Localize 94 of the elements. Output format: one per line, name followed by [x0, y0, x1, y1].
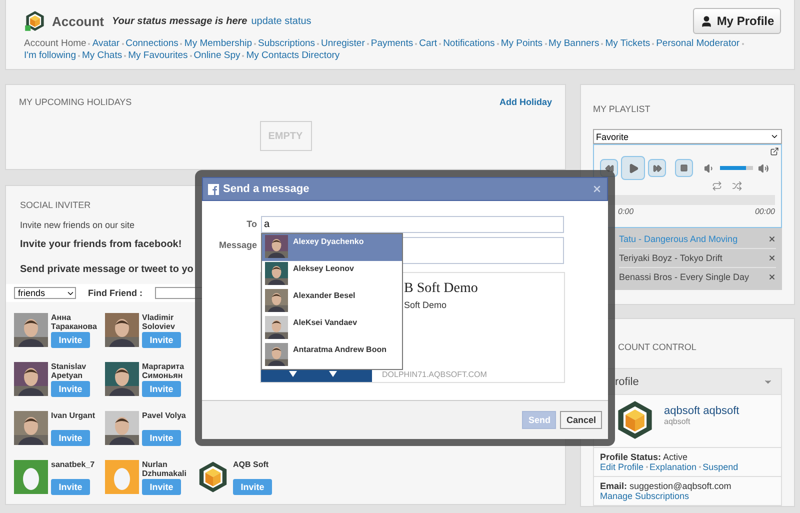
section-title: SOCIAL INVITER: [20, 200, 91, 210]
total-time: 00:00: [754, 207, 775, 216]
nav-link[interactable]: My Banners: [548, 38, 600, 49]
email-text: Email: suggestion@aqbsoft.com: [600, 481, 732, 491]
add-holiday-link[interactable]: Add Holiday: [499, 97, 552, 107]
nav-link[interactable]: I'm following: [24, 50, 76, 61]
friend-name: Маргарита Симоньян: [142, 362, 186, 380]
intro-text: Invite new friends on our site: [20, 220, 135, 230]
site-logo-icon: [24, 10, 46, 32]
profile-username: aqbsoft: [664, 417, 692, 426]
playlist-select[interactable]: Favorite: [593, 129, 782, 144]
nav-link[interactable]: My Chats: [82, 50, 122, 61]
facebook-icon: [208, 184, 219, 194]
nav-link[interactable]: My Points: [500, 38, 543, 49]
track-item[interactable]: Benassi Bros - Every Single Day: [619, 271, 753, 283]
elapsed-time: 0:00: [618, 207, 634, 216]
repeat-icon[interactable]: [712, 181, 722, 191]
accordion-title: rofile: [615, 376, 639, 388]
invite-heading: Invite your friends from facebook!: [20, 239, 182, 250]
friend-name: Ivan Urgant: [51, 411, 95, 422]
dialog-title: Send a message: [223, 183, 310, 195]
nav-link[interactable]: My Favourites: [128, 50, 188, 61]
page-title: Account: [52, 14, 104, 28]
friends-select[interactable]: friends: [14, 287, 76, 299]
nav-link[interactable]: Unregister: [321, 38, 365, 49]
invite-button[interactable]: Invite: [142, 479, 181, 495]
friend-name: AQB Soft: [233, 460, 270, 471]
caret-icon: [770, 132, 779, 141]
volume-up-icon[interactable]: [758, 162, 769, 174]
fast-forward-icon: [652, 164, 662, 172]
invite-button[interactable]: Invite: [142, 430, 181, 446]
invite-button[interactable]: Invite: [142, 381, 181, 397]
nav-link[interactable]: Account Home: [24, 38, 86, 49]
popout-icon[interactable]: [770, 147, 779, 156]
profile-link[interactable]: Explanation: [650, 462, 697, 472]
profile-name: aqbsoft aqbsoft: [664, 405, 740, 417]
find-friend-label: Find Friend :: [88, 288, 142, 298]
track-item[interactable]: Teriyaki Boyz - Tokyo Drift: [619, 252, 753, 264]
user-icon: [700, 14, 713, 28]
section-title: MY UPCOMING HOLIDAYS: [19, 97, 132, 107]
status-message: Your status message is here: [112, 16, 248, 26]
nav-link[interactable]: Subscriptions: [258, 38, 316, 49]
track-item[interactable]: Tatu - Dangerous And Moving: [619, 233, 753, 245]
nav-link[interactable]: Avatar: [92, 38, 120, 49]
profile-link[interactable]: Suspend: [702, 462, 738, 472]
friend-name: Pavel Volya: [142, 411, 186, 422]
nav-link[interactable]: Cart: [419, 38, 438, 49]
invite-button[interactable]: Invite: [51, 381, 90, 397]
play-icon: [628, 162, 638, 174]
invite-button[interactable]: Invite: [51, 479, 90, 495]
nav-link[interactable]: My Contacts Directory: [246, 50, 340, 61]
invite-button[interactable]: Invite: [233, 479, 272, 495]
profile-link[interactable]: Edit Profile: [600, 462, 644, 472]
nav-link[interactable]: Notifications: [443, 38, 495, 49]
volume-down-icon[interactable]: [704, 162, 715, 174]
invite-button[interactable]: Invite: [51, 332, 90, 348]
remove-icon[interactable]: [768, 254, 776, 262]
stop-icon: [680, 164, 688, 172]
section-title: COUNT CONTROL: [617, 342, 696, 352]
update-status-link[interactable]: update status: [251, 16, 312, 26]
play-button[interactable]: [621, 156, 645, 180]
friend-name: Nurlan Dzhumakali: [142, 460, 186, 478]
forward-button[interactable]: [648, 159, 666, 177]
nav-link[interactable]: Payments: [370, 38, 414, 49]
invite-button[interactable]: Invite: [142, 332, 181, 348]
message-label: Message: [218, 239, 257, 252]
nav-link[interactable]: Personal Moderator: [656, 38, 740, 49]
manage-subscriptions-link[interactable]: Manage Subscriptions: [600, 491, 775, 501]
nav-link[interactable]: Online Spy: [194, 50, 240, 61]
close-icon[interactable]: [592, 184, 602, 194]
section-title: MY PLAYLIST: [593, 104, 650, 114]
friend-name: Stanislav Apetyan: [51, 362, 88, 380]
to-field[interactable]: a: [261, 216, 564, 233]
suggestion-item[interactable]: Alexey Dyachenko: [262, 234, 402, 261]
preview-subtitle: Soft Demo: [403, 300, 448, 310]
nav-link[interactable]: My Tickets: [605, 38, 650, 49]
remove-icon[interactable]: [768, 235, 776, 243]
remove-icon[interactable]: [768, 273, 776, 281]
cancel-button[interactable]: Cancel: [560, 411, 602, 429]
volume-slider[interactable]: [720, 166, 753, 170]
message-heading: Send private message or tweet to yo: [20, 264, 194, 275]
nav-link[interactable]: Connections: [126, 38, 178, 49]
preview-title: B Soft Demo: [403, 281, 479, 297]
to-label: To: [246, 218, 257, 231]
friend-name: Анна Тараканова: [51, 313, 95, 331]
nav-link[interactable]: My Membership: [184, 38, 252, 49]
stop-button[interactable]: [675, 159, 693, 177]
invite-button[interactable]: Invite: [51, 430, 90, 446]
preview-url: DOLPHIN71.AQBSOFT.COM: [381, 370, 488, 379]
profile-status: Profile Status: Active: [600, 452, 689, 462]
my-profile-button[interactable]: My Profile: [693, 8, 781, 34]
friend-name: Vladimir Soloviev: [142, 313, 176, 331]
shuffle-icon[interactable]: [732, 181, 742, 191]
friend-name: sanatbek_7: [51, 460, 95, 471]
